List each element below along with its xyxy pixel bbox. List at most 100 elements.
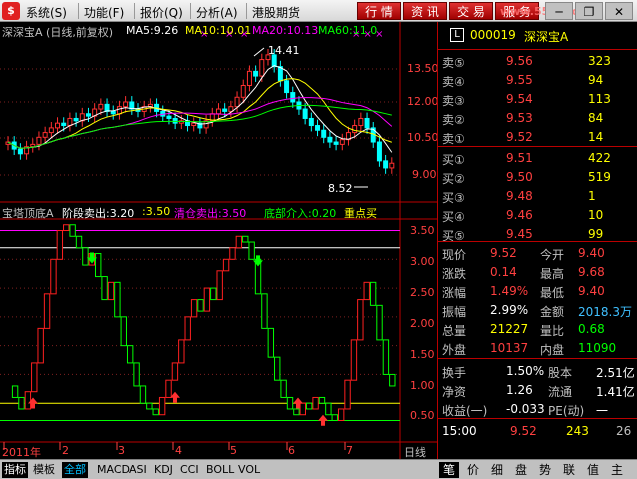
news-button[interactable]: 资 讯 <box>403 2 447 20</box>
stat-value: 21227 <box>490 322 529 336</box>
indicator-axis-label: 1.50 <box>410 348 435 361</box>
tab-vol[interactable]: VOL <box>236 462 262 478</box>
buy-level-volume: 422 <box>588 151 611 165</box>
tab-detail[interactable]: 细 <box>487 462 507 478</box>
sell-level-price: 9.52 <box>506 130 533 144</box>
stat-label: 今开 <box>540 248 565 262</box>
candle-body <box>339 139 345 145</box>
menu-analysis[interactable]: 分析(A) <box>196 4 238 21</box>
candle-body <box>123 101 129 108</box>
chart-area[interactable]: × × × × × × 深深宝A (日线,前复权) MA5:9.26 MA10:10.… <box>0 22 439 464</box>
trade-row: 15:00 9.52 243 26 <box>438 422 637 440</box>
candle-body <box>327 136 333 143</box>
menu-bar: $ 系统(S) 功能(F) 报价(Q) 分析(A) 港股期货 行 情 资 讯 交… <box>0 0 637 22</box>
restore-button[interactable]: ❐ <box>575 2 603 20</box>
candle-body <box>116 106 122 115</box>
candle-body <box>321 129 327 138</box>
app-logo-icon[interactable]: $ <box>2 2 20 20</box>
candle-body <box>383 160 389 169</box>
kline-title: 深深宝A (日线,前复权) <box>2 26 114 39</box>
candle-body <box>234 96 240 108</box>
tab-all[interactable]: 全部 <box>62 462 88 478</box>
minimize-button[interactable]: ─ <box>545 2 573 20</box>
stat-label: PE(动) <box>548 404 585 418</box>
sell-level-volume: 94 <box>588 73 604 87</box>
divider <box>438 358 637 359</box>
tab-value[interactable]: 值 <box>583 462 603 478</box>
candle-body <box>290 92 296 103</box>
quote-button[interactable]: 行 情 <box>357 2 401 20</box>
tower-bar <box>190 299 198 318</box>
high-marker-arrow <box>253 47 265 57</box>
buy-level-label: 买③ <box>442 191 465 205</box>
indicator-axis-label: 1.00 <box>410 379 435 392</box>
sell-level-price: 9.54 <box>506 92 533 106</box>
candle-body <box>191 122 197 127</box>
quote-panel: L 000019 深深宝A 卖⑤ 9.56 323 卖④ 9.55 94 卖③ 9.54 113… <box>437 22 637 459</box>
tower-bar <box>31 362 38 393</box>
candle-body <box>333 141 339 145</box>
tab-indicator[interactable]: 指标 <box>2 462 28 478</box>
buy-level-price: 9.48 <box>506 189 533 203</box>
menu-quote[interactable]: 报价(Q) <box>140 4 183 21</box>
stat-value: 9.40 <box>578 246 605 260</box>
tab-cci[interactable]: CCI <box>178 462 201 478</box>
sell-level-volume: 323 <box>588 54 611 68</box>
tab-main[interactable]: 主 <box>607 462 627 478</box>
tab-linked[interactable]: 联 <box>559 462 579 478</box>
stat-row: 涨跌 0.14 最高 9.68 <box>438 263 637 281</box>
tab-kdj[interactable]: KDJ <box>152 462 175 478</box>
tower-bar <box>305 402 313 410</box>
sell-level-row: 卖② 9.53 84 <box>438 109 637 127</box>
sell-level-label: 卖② <box>442 113 465 127</box>
buy-level-volume: 10 <box>588 208 604 222</box>
indicator-clear-sell: 清仓卖出:3.50 <box>174 207 247 220</box>
buy-level-label: 买① <box>442 153 465 167</box>
stat-label: 现价 <box>442 248 467 262</box>
tower-bar <box>216 270 223 301</box>
stat-label: 净资 <box>442 385 467 399</box>
stat-label: 股本 <box>548 366 573 380</box>
menu-function[interactable]: 功能(F) <box>84 4 124 21</box>
stat-value: 0.14 <box>490 265 517 279</box>
high-marker: 14.41 <box>268 44 300 57</box>
date-axis-label: 6 <box>288 444 295 457</box>
buy-level-label: 买④ <box>442 210 465 224</box>
candle-body <box>352 125 358 134</box>
sell-level-row: 卖① 9.52 14 <box>438 128 637 146</box>
trade-count: 26 <box>616 424 632 438</box>
buy-level-row: 买④ 9.46 10 <box>438 206 637 224</box>
tower-bar <box>43 293 51 329</box>
tower-bar <box>95 253 102 278</box>
sell-level-row: 卖③ 9.54 113 <box>438 90 637 108</box>
divider <box>438 241 637 242</box>
stat-value: 1.26 <box>506 383 533 397</box>
tab-template[interactable]: 模板 <box>31 462 57 478</box>
menu-hk-futures[interactable]: 港股期货 <box>252 4 300 21</box>
date-axis-label: 2011年 <box>2 446 41 459</box>
candle-body <box>61 122 67 127</box>
tab-asi[interactable]: ASI <box>127 462 149 478</box>
menu-system[interactable]: 系统(S) <box>26 4 67 21</box>
close-icon[interactable]: ✕ <box>605 2 633 20</box>
tower-bar <box>325 402 332 416</box>
date-axis-label: 3 <box>118 444 125 457</box>
buy-level-price: 9.50 <box>506 170 533 184</box>
trade-time: 15:00 <box>442 424 477 438</box>
tab-trend[interactable]: 势 <box>535 462 555 478</box>
tab-tick[interactable]: 笔 <box>439 462 459 478</box>
stat-value: 11090 <box>578 341 617 355</box>
period-label[interactable]: 日线 <box>404 444 426 460</box>
indicator-bottom-buy: 底部介入:0.20 <box>264 207 337 220</box>
stat-value: -0.033 <box>506 402 545 416</box>
tower-bar <box>184 316 191 341</box>
trade-button[interactable]: 交 易 <box>449 2 493 20</box>
buy-level-volume: 1 <box>588 189 596 203</box>
sell-level-label: 卖① <box>442 132 465 146</box>
tab-book[interactable]: 盘 <box>511 462 531 478</box>
tab-boll[interactable]: BOLL <box>204 462 236 478</box>
chart-svg[interactable]: × × × × × × <box>0 22 437 459</box>
tower-bar <box>344 379 351 410</box>
tab-price[interactable]: 价 <box>463 462 483 478</box>
sell-level-row: 卖④ 9.55 94 <box>438 71 637 89</box>
